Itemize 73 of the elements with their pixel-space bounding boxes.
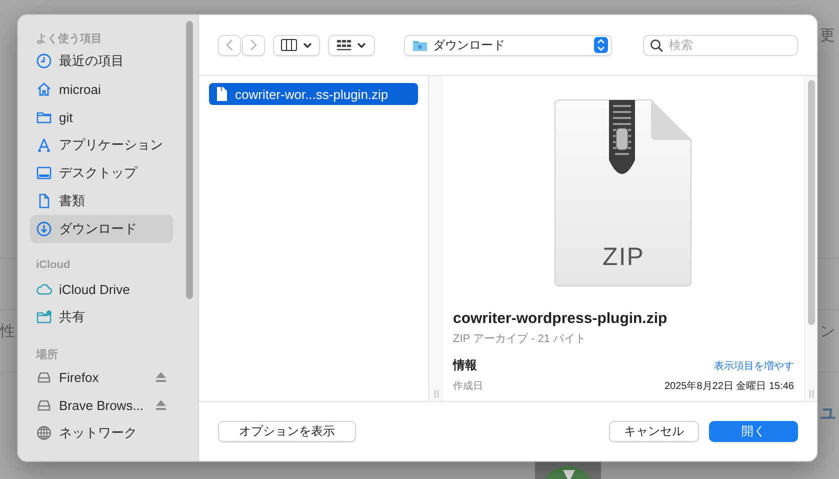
shared-icon (36, 309, 52, 325)
home-icon (36, 81, 52, 97)
folder-icon (413, 39, 427, 51)
sidebar-item[interactable]: microai (30, 75, 173, 103)
options-button[interactable]: オプションを表示 (218, 421, 356, 442)
clock-icon (36, 53, 52, 69)
file-kind-size: ZIP アーカイブ - 21 バイト (453, 332, 588, 346)
group-button[interactable] (328, 34, 375, 56)
show-more-link[interactable]: 表示項目を増やす (714, 359, 794, 373)
sidebar-item-label: Brave Brows... (59, 398, 144, 412)
file-type-label: ZIP (602, 243, 646, 272)
file-title: cowriter-wordpress-plugin.zip (453, 310, 668, 327)
desktop-icon (36, 165, 52, 181)
view-mode-button[interactable] (273, 34, 320, 56)
download-icon (36, 221, 52, 237)
sidebar-item-label: microai (59, 82, 101, 96)
field-value: 2025年8月22日 金曜日 15:46 (664, 381, 794, 393)
sidebar-item[interactable]: iCloud Drive (30, 275, 173, 303)
sidebar-item-label: 書類 (59, 192, 85, 210)
sidebar-item-label: 最近の項目 (59, 52, 124, 70)
heading-fragment: ュ (818, 400, 838, 425)
sidebar-item-label: 共有 (59, 308, 85, 326)
back-button[interactable] (218, 34, 241, 56)
file-icon (217, 87, 227, 101)
sidebar-item[interactable]: ダウンロード (30, 215, 173, 243)
chevron-left-icon (226, 39, 233, 51)
sidebar-item-label: アプリケーション (59, 136, 163, 154)
scrollbar[interactable] (808, 80, 814, 325)
grid-icon (337, 40, 351, 50)
cloud-icon (36, 281, 52, 297)
scrollbar[interactable] (186, 21, 193, 299)
apps-icon (36, 137, 52, 153)
caret-icon (303, 42, 312, 48)
sidebar-item-label: ネットワーク (59, 424, 137, 442)
eject-icon[interactable] (155, 399, 167, 411)
cancel-button[interactable]: キャンセル (609, 421, 699, 442)
sidebar-section-title: 場所 (36, 348, 59, 361)
sidebar-item[interactable]: 書類 (30, 187, 173, 215)
sidebar-item[interactable]: デスクトップ (30, 159, 173, 187)
info-heading: 情報 (453, 357, 477, 374)
sidebar-item[interactable]: 最近の項目 (30, 47, 173, 75)
sidebar-item[interactable]: 共有 (30, 303, 173, 331)
text-fragment: 更 (820, 26, 835, 45)
resize-handle-icon (808, 390, 814, 398)
field-label: 作成日 (453, 381, 483, 393)
file-row[interactable]: cowriter-wor...ss-plugin.zip (209, 83, 418, 105)
eject-icon[interactable] (155, 371, 167, 383)
sidebar-item-label: git (59, 110, 73, 124)
search-icon (650, 38, 663, 52)
location-popup[interactable]: ダウンロード (404, 34, 612, 56)
location-label: ダウンロード (433, 36, 505, 54)
chevron-right-icon (250, 39, 257, 51)
sidebar-item-label: iCloud Drive (59, 282, 130, 296)
file-name: cowriter-wor...ss-plugin.zip (235, 86, 388, 102)
sidebar-item-label: デスクトップ (59, 164, 137, 182)
globe-icon (36, 425, 52, 441)
sidebar-section-title: よく使う項目 (36, 32, 103, 45)
sidebar-item[interactable]: git (30, 103, 173, 131)
sidebar-item-label: Firefox (59, 370, 99, 384)
stepper-icon (594, 37, 608, 53)
open-button[interactable]: 開く (709, 421, 798, 442)
caret-icon (357, 42, 366, 48)
sidebar-section-title: iCloud (36, 259, 72, 273)
forward-button[interactable] (242, 34, 265, 56)
sidebar-item-label: ダウンロード (59, 220, 137, 238)
sidebar-item[interactable]: Firefox (30, 363, 173, 391)
search-field[interactable]: 検索 (643, 34, 798, 56)
sidebar-item[interactable]: Brave Brows... (30, 391, 173, 419)
text-fragment: ン (820, 322, 835, 341)
resize-handle-icon (434, 390, 438, 398)
columns-icon (281, 39, 297, 51)
sidebar-item[interactable]: ネットワーク (30, 419, 173, 447)
sidebar-item[interactable]: アプリケーション (30, 131, 173, 159)
